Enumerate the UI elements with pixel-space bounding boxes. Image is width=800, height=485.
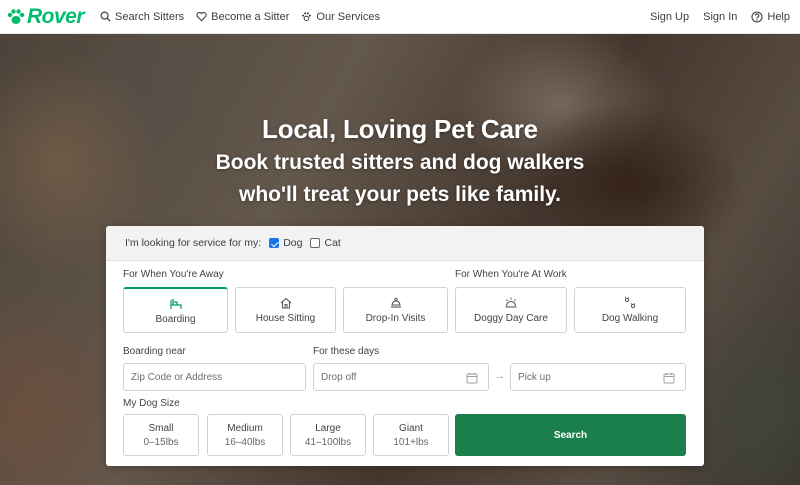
location-label: Boarding near: [123, 346, 186, 357]
nav-become-sitter-label: Become a Sitter: [211, 10, 290, 23]
size-small-range: 0–15lbs: [143, 437, 179, 448]
rover-logo[interactable]: Rover: [6, 4, 85, 29]
nav-sign-up[interactable]: Sign Up: [650, 11, 689, 23]
service-doggy-day-care[interactable]: Doggy Day Care: [455, 287, 567, 333]
service-doggy-day-care-label: Doggy Day Care: [474, 313, 548, 324]
work-group-label: For When You're At Work: [455, 269, 567, 280]
size-large-option[interactable]: Large 41–100lbs: [290, 414, 366, 456]
size-giant-name: Giant: [399, 423, 423, 434]
date-arrow-icon: →: [494, 370, 505, 382]
service-drop-in-visits-label: Drop-In Visits: [365, 313, 426, 324]
house-icon: [280, 297, 291, 309]
service-drop-in-visits[interactable]: Drop-In Visits: [343, 287, 448, 333]
dropoff-date-input[interactable]: Drop off: [313, 363, 489, 391]
size-small-name: Small: [148, 423, 174, 434]
dog-size-label: My Dog Size: [123, 398, 180, 409]
pickup-date-input[interactable]: Pick up: [510, 363, 686, 391]
hero-subtitle-line2: who'll treat your pets like family.: [238, 183, 562, 206]
size-giant-range: 101+lbs: [393, 437, 429, 448]
nav-help[interactable]: Help: [751, 11, 790, 23]
nav-right: Sign Up Sign In Help: [636, 11, 790, 23]
nav-become-sitter[interactable]: Become a Sitter: [196, 11, 289, 23]
paw-prints-icon: [624, 297, 636, 309]
away-group-label: For When You're Away: [123, 269, 224, 280]
size-large-name: Large: [315, 423, 341, 434]
cat-checkbox-box[interactable]: [310, 238, 321, 248]
help-circle-icon: [751, 10, 763, 23]
service-dog-walking-label: Dog Walking: [601, 313, 659, 324]
nav-search-sitters-label: Search Sitters: [115, 10, 185, 23]
nav-sign-in[interactable]: Sign In: [703, 11, 737, 23]
cat-checkbox[interactable]: Cat: [310, 237, 341, 249]
pickup-placeholder: Pick up: [518, 371, 551, 383]
boarding-icon: [169, 298, 182, 309]
dog-checkbox-box[interactable]: [269, 238, 280, 248]
nav-search-sitters[interactable]: Search Sitters: [100, 11, 184, 23]
top-nav: Rover Search Sitters Become a Sitter Our…: [0, 0, 800, 34]
search-button[interactable]: Search: [455, 414, 686, 456]
location-placeholder: Zip Code or Address: [131, 371, 223, 383]
paw-icon: [302, 12, 312, 21]
size-giant-option[interactable]: Giant 101+lbs: [373, 414, 449, 456]
dates-label: For these days: [313, 346, 380, 357]
service-boarding-label: Boarding: [155, 313, 196, 325]
search-icon: [100, 11, 111, 22]
day-care-icon: [505, 297, 517, 308]
nav-sign-up-label: Sign Up: [649, 10, 690, 23]
cat-checkbox-label: Cat: [324, 237, 341, 249]
nav-help-label: Help: [767, 10, 790, 23]
service-dog-walking[interactable]: Dog Walking: [574, 287, 686, 333]
nav-sign-in-label: Sign In: [703, 10, 738, 23]
dog-checkbox-label: Dog: [283, 237, 303, 249]
paw-logo-icon: [7, 8, 25, 24]
size-medium-option[interactable]: Medium 16–40lbs: [207, 414, 283, 456]
location-input[interactable]: Zip Code or Address: [123, 363, 306, 391]
size-large-range: 41–100lbs: [304, 437, 352, 448]
size-medium-range: 16–40lbs: [224, 437, 266, 448]
search-card: I'm looking for service for my: Dog Cat …: [106, 226, 704, 466]
nav-our-services[interactable]: Our Services: [301, 11, 380, 23]
service-boarding[interactable]: Boarding: [123, 287, 228, 333]
size-small-option[interactable]: Small 0–15lbs: [123, 414, 199, 456]
hero-subtitle-line1: Book trusted sitters and dog walkers: [215, 151, 585, 174]
size-medium-name: Medium: [227, 423, 263, 434]
service-house-sitting[interactable]: House Sitting: [235, 287, 336, 333]
service-house-sitting-label: House Sitting: [255, 313, 316, 324]
hero-text: Local, Loving Pet Care Book trusted sitt…: [0, 112, 800, 210]
logo-text: Rover: [27, 4, 85, 28]
calendar-icon[interactable]: [466, 372, 478, 384]
hero-title: Local, Loving Pet Care: [262, 114, 538, 144]
dog-checkbox[interactable]: Dog: [269, 237, 302, 249]
calendar-icon[interactable]: [663, 372, 675, 384]
nav-our-services-label: Our Services: [316, 10, 380, 23]
pet-type-bar: I'm looking for service for my: Dog Cat: [106, 226, 704, 261]
heart-icon: [196, 11, 207, 22]
drop-in-icon: [390, 297, 401, 308]
dropoff-placeholder: Drop off: [321, 371, 357, 383]
pet-type-prompt: I'm looking for service for my:: [125, 237, 262, 249]
